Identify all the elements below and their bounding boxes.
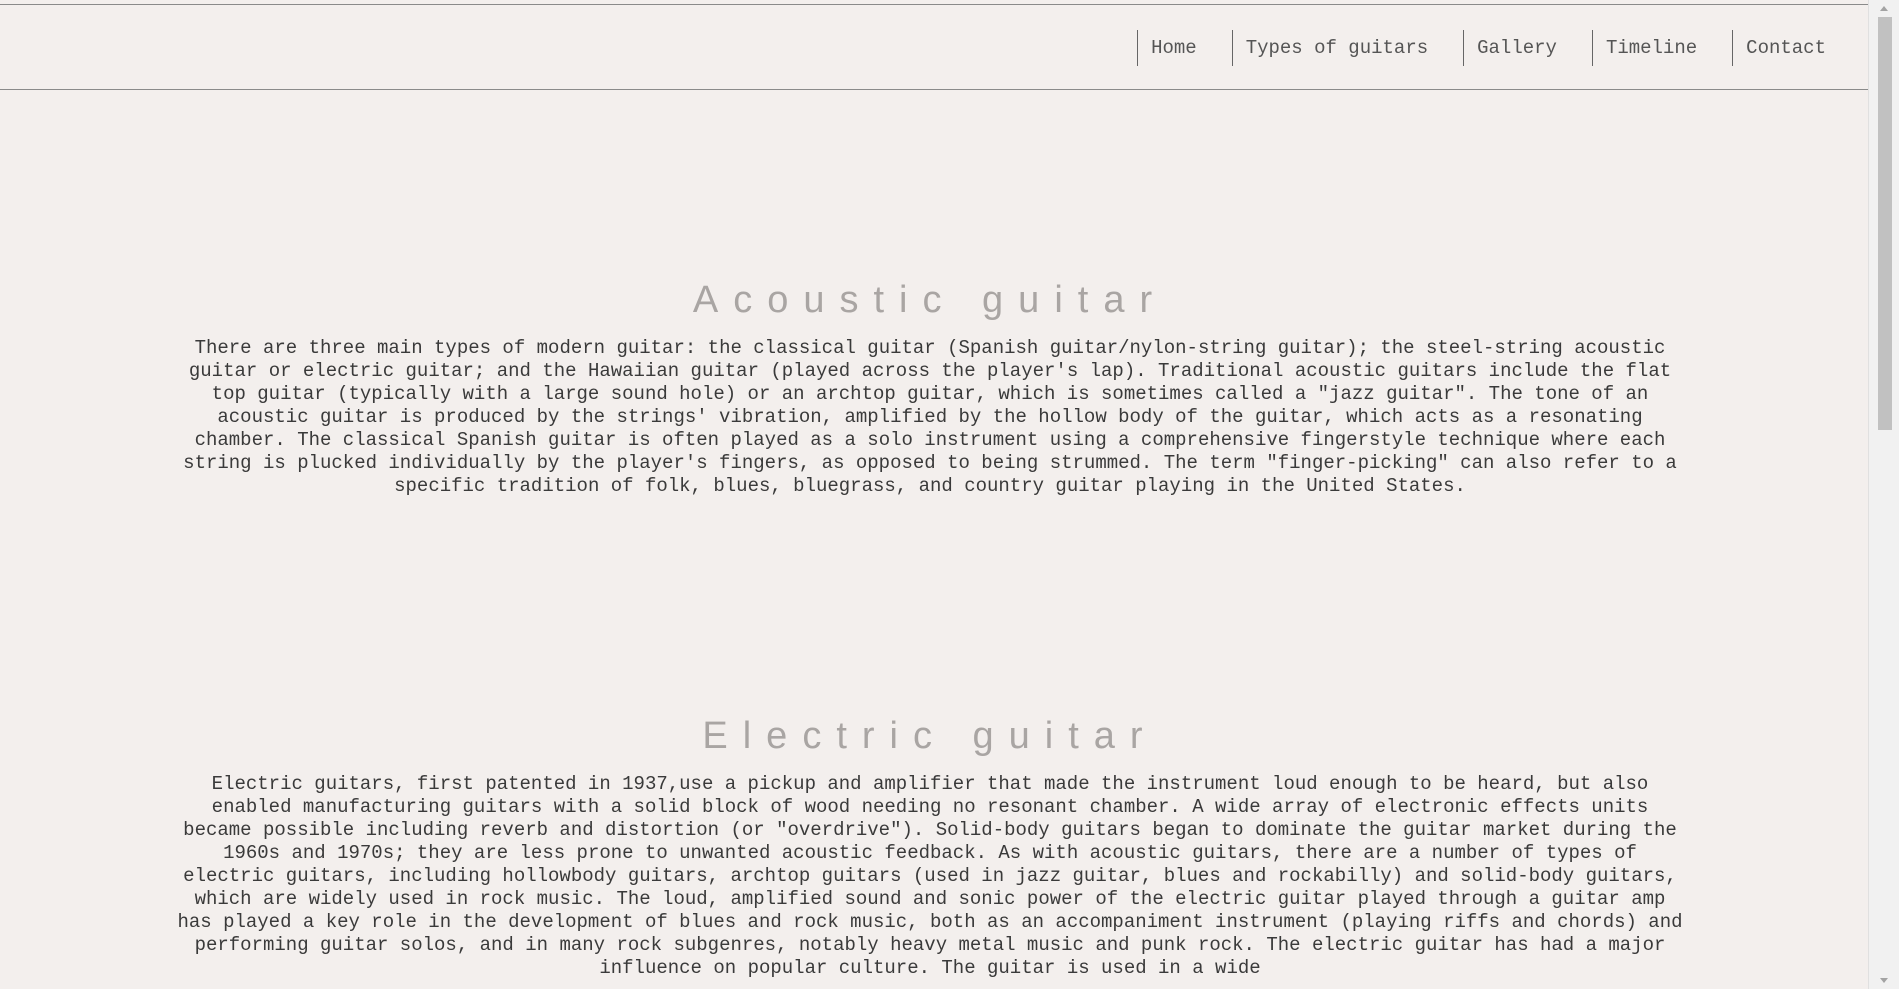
nav-item-contact[interactable]: Contact — [1732, 30, 1838, 66]
acoustic-body: There are three main types of modern gui… — [183, 337, 1677, 497]
nav-item-timeline[interactable]: Timeline — [1591, 30, 1709, 66]
electric-section: Electric guitar Electric guitars, first … — [175, 714, 1685, 980]
page: Home Types of guitars Gallery Timeline C… — [0, 0, 1869, 989]
main-nav: Home Types of guitars Gallery Timeline C… — [1137, 30, 1838, 66]
scroll-down-arrow-icon[interactable] — [1869, 972, 1899, 989]
nav-item-home[interactable]: Home — [1137, 30, 1209, 66]
vertical-scrollbar[interactable] — [1868, 0, 1899, 989]
nav-item-gallery[interactable]: Gallery — [1463, 30, 1569, 66]
electric-body: Electric guitars, first patented in 1937… — [177, 773, 1683, 979]
electric-title: Electric guitar — [702, 715, 1158, 757]
acoustic-section: Acoustic guitar There are three main typ… — [175, 278, 1685, 498]
nav-item-types-of-guitars[interactable]: Types of guitars — [1231, 30, 1440, 66]
scroll-thumb[interactable] — [1878, 17, 1892, 430]
acoustic-title: Acoustic guitar — [692, 279, 1168, 321]
scroll-up-arrow-icon[interactable] — [1869, 0, 1899, 17]
site-header: Home Types of guitars Gallery Timeline C… — [0, 5, 1869, 90]
